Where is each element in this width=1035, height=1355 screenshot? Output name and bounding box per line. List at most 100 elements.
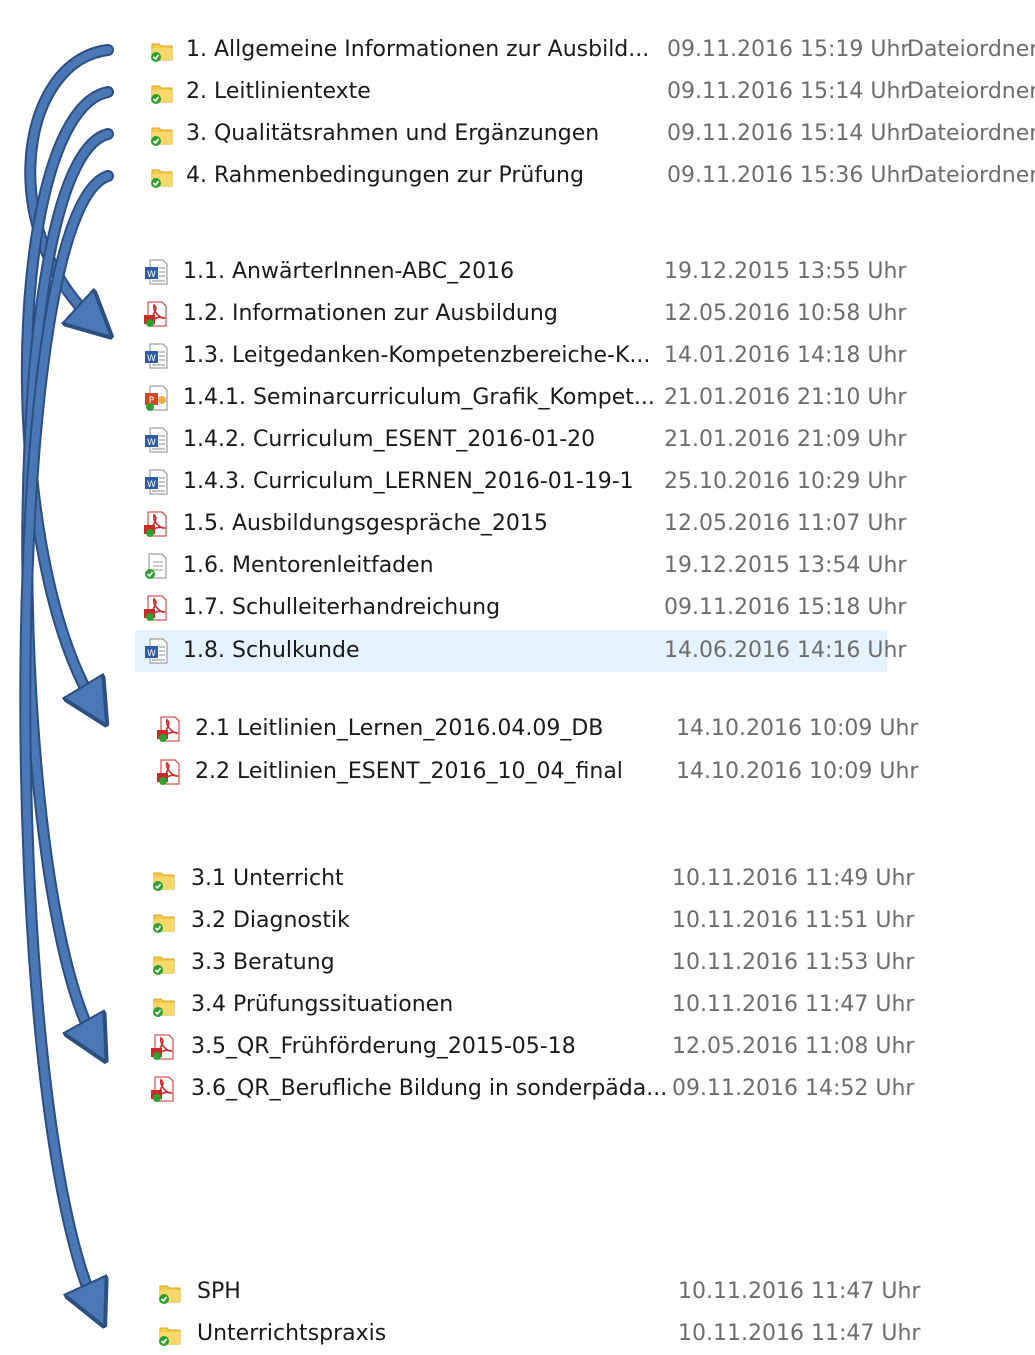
folder-synced-icon (154, 1277, 184, 1307)
item-date: 10.11.2016 11:53 Uhr (672, 950, 915, 975)
list-item[interactable]: W 1.3. Leitgedanken-Kompetenzbereiche-K.… (135, 335, 906, 377)
item-date: 14.10.2016 10:09 Uhr (676, 716, 919, 741)
item-name: 3. Qualitätsrahmen und Ergänzungen (186, 121, 600, 146)
arrow-folder-1 (24, 44, 108, 322)
item-name: 3.5_QR_Frühförderung_2015-05-18 (191, 1034, 576, 1059)
pdf-document-icon (141, 593, 171, 623)
item-name: 2.1 Leitlinien_Lernen_2016.04.09_DB (195, 716, 604, 741)
list-item[interactable]: 1.6. Mentorenleitfaden 19.12.2015 13:54 … (135, 545, 906, 587)
item-name: 1.4.1. Seminarcurriculum_Grafik_Kompet..… (183, 385, 655, 410)
item-date: 10.11.2016 11:51 Uhr (672, 908, 915, 933)
list-item[interactable]: 3.6_QR_Berufliche Bildung in sonderpäda.… (144, 1068, 914, 1110)
item-name: 3.4 Prüfungssituationen (191, 992, 454, 1017)
folder-synced-icon (148, 906, 178, 936)
item-name: 3.1 Unterricht (191, 866, 344, 891)
generic-document-icon (141, 551, 171, 581)
annotation-arrows (19, 44, 1035, 1346)
list-item[interactable]: 1. Allgemeine Informationen zur Ausbild.… (140, 29, 1035, 71)
item-date: 14.01.2016 14:18 Uhr (664, 343, 907, 368)
word-document-icon: W (141, 425, 171, 455)
pdf-document-icon (141, 509, 171, 539)
arrow-folder-2 (20, 86, 114, 706)
list-item[interactable]: 2. Leitlinientexte 09.11.2016 15:14 Uhr … (140, 71, 1035, 113)
word-document-icon: W (141, 467, 171, 497)
item-name: 1.4.2. Curriculum_ESENT_2016-01-20 (183, 427, 596, 452)
list-item[interactable]: 3.5_QR_Frühförderung_2015-05-18 12.05.20… (144, 1026, 914, 1068)
svg-text:W: W (147, 438, 156, 448)
list-item[interactable]: W 1.4.3. Curriculum_LERNEN_2016-01-19-1 … (135, 461, 906, 503)
list-item[interactable]: 3.2 Diagnostik 10.11.2016 11:51 Uhr (144, 900, 914, 942)
item-name: 1.6. Mentorenleitfaden (183, 553, 434, 578)
folder-synced-icon (154, 1319, 184, 1349)
svg-text:W: W (147, 649, 156, 659)
item-type: Dateiordner (907, 37, 1035, 62)
item-date: 25.10.2016 10:29 Uhr (664, 469, 907, 494)
word-document-icon: W (141, 636, 171, 666)
list-item[interactable]: W 1.1. AnwärterInnen-ABC_2016 19.12.2015… (135, 251, 906, 293)
list-item[interactable]: Unterrichtspraxis 10.11.2016 11:47 Uhr (150, 1313, 920, 1355)
item-date: 09.11.2016 15:14 Uhr (667, 79, 910, 104)
list-item[interactable]: 2.1 Leitlinien_Lernen_2016.04.09_DB 14.1… (148, 708, 918, 750)
pdf-document-icon (141, 299, 171, 329)
item-date: 10.11.2016 11:47 Uhr (678, 1321, 921, 1346)
word-document-icon: W (141, 341, 171, 371)
list-item[interactable]: 3.3 Beratung 10.11.2016 11:53 Uhr (144, 942, 914, 984)
item-date: 12.05.2016 10:58 Uhr (664, 301, 907, 326)
item-date: 19.12.2015 13:55 Uhr (664, 259, 907, 284)
folder-synced-icon (148, 990, 178, 1020)
arrow-folder-4 (19, 170, 114, 1306)
item-date: 09.11.2016 15:36 Uhr (667, 163, 910, 188)
pdf-document-icon (148, 1032, 178, 1062)
item-date: 10.11.2016 11:49 Uhr (672, 866, 915, 891)
item-date: 09.11.2016 15:18 Uhr (664, 595, 907, 620)
folder-synced-icon (148, 948, 178, 978)
word-document-icon: W (141, 257, 171, 287)
list-item[interactable]: P 1.4.1. Seminarcurriculum_Grafik_Kompet… (135, 377, 906, 419)
svg-text:W: W (147, 270, 156, 280)
folder-synced-icon (146, 119, 176, 149)
item-name: 3.2 Diagnostik (191, 908, 350, 933)
pdf-document-icon (148, 1074, 178, 1104)
list-item[interactable]: 3.4 Prüfungssituationen 10.11.2016 11:47… (144, 984, 914, 1026)
item-name: 3.6_QR_Berufliche Bildung in sonderpäda.… (191, 1076, 668, 1101)
item-name: 1.3. Leitgedanken-Kompetenzbereiche-K... (183, 343, 651, 368)
item-name: 1. Allgemeine Informationen zur Ausbild.… (186, 37, 650, 62)
item-type: Dateiordner (907, 79, 1035, 104)
item-type: Dateiordner (907, 163, 1035, 188)
item-name: 2. Leitlinientexte (186, 79, 371, 104)
item-name: 1.1. AnwärterInnen-ABC_2016 (183, 259, 515, 284)
item-name: 1.5. Ausbildungsgespräche_2015 (183, 511, 548, 536)
pdf-document-icon (154, 714, 184, 744)
list-item[interactable]: 1.7. Schulleiterhandreichung 09.11.2016 … (135, 587, 906, 629)
item-name: 1.2. Informationen zur Ausbildung (183, 301, 558, 326)
list-item[interactable]: 4. Rahmenbedingungen zur Prüfung 09.11.2… (140, 155, 1035, 197)
item-name: 3.3 Beratung (191, 950, 335, 975)
list-item[interactable]: W 1.4.2. Curriculum_ESENT_2016-01-20 21.… (135, 419, 906, 461)
list-item-selected[interactable]: W 1.8. Schulkunde 14.06.2016 14:16 Uhr (135, 630, 906, 672)
powerpoint-document-icon: P (141, 383, 171, 413)
folder-synced-icon (146, 77, 176, 107)
item-date: 10.11.2016 11:47 Uhr (678, 1279, 921, 1304)
list-item[interactable]: 3. Qualitätsrahmen und Ergänzungen 09.11… (140, 113, 1035, 155)
list-item[interactable]: 1.5. Ausbildungsgespräche_2015 12.05.201… (135, 503, 906, 545)
list-item[interactable]: 1.2. Informationen zur Ausbildung 12.05.… (135, 293, 906, 335)
item-date: 10.11.2016 11:47 Uhr (672, 992, 915, 1017)
item-name: Unterrichtspraxis (197, 1321, 387, 1346)
list-item[interactable]: SPH 10.11.2016 11:47 Uhr (150, 1271, 920, 1313)
item-name: 2.2 Leitlinien_ESENT_2016_10_04_final (195, 759, 623, 784)
item-date: 09.11.2016 15:19 Uhr (667, 37, 910, 62)
item-date: 21.01.2016 21:10 Uhr (664, 385, 907, 410)
item-date: 12.05.2016 11:08 Uhr (672, 1034, 915, 1059)
item-name: SPH (197, 1279, 241, 1304)
list-item[interactable]: 3.1 Unterricht 10.11.2016 11:49 Uhr (144, 858, 914, 900)
arrow-folder-3 (21, 128, 114, 1042)
item-date: 12.05.2016 11:07 Uhr (664, 511, 907, 536)
pdf-document-icon (154, 757, 184, 787)
item-date: 09.11.2016 14:52 Uhr (672, 1076, 915, 1101)
svg-text:W: W (147, 480, 156, 490)
item-name: 4. Rahmenbedingungen zur Prüfung (186, 163, 584, 188)
item-date: 19.12.2015 13:54 Uhr (664, 553, 907, 578)
list-item[interactable]: 2.2 Leitlinien_ESENT_2016_10_04_final 14… (148, 751, 918, 793)
item-date: 14.10.2016 10:09 Uhr (676, 759, 919, 784)
item-type: Dateiordner (907, 121, 1035, 146)
